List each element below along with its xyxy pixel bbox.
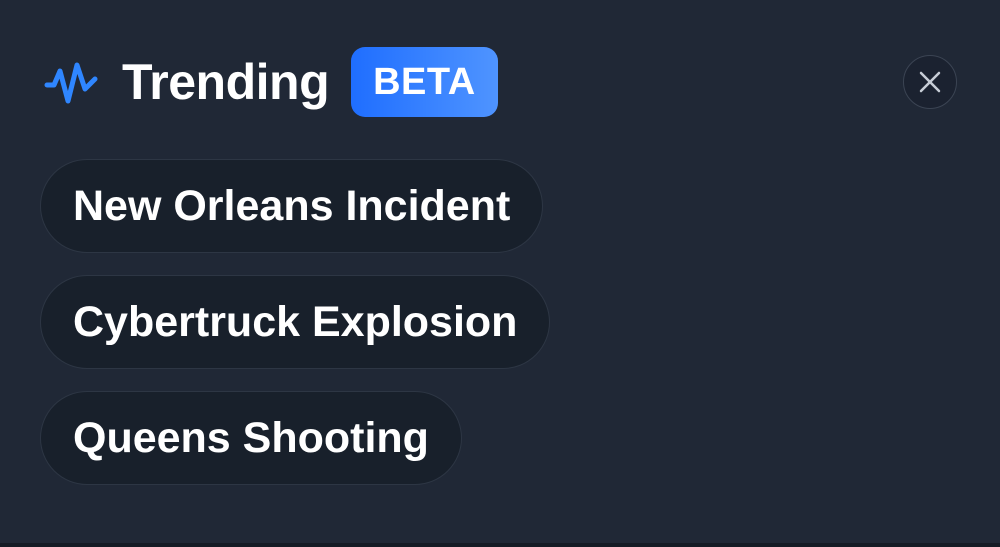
panel-title: Trending — [122, 54, 330, 110]
trending-topic-cybertruck-explosion[interactable]: Cybertruck Explosion — [40, 275, 551, 369]
trending-topic-queens-shooting[interactable]: Queens Shooting — [40, 391, 462, 485]
trending-topic-new-orleans-incident[interactable]: New Orleans Incident — [40, 159, 544, 253]
trending-list: New Orleans Incident Cybertruck Explosio… — [40, 159, 551, 485]
trending-panel: Trending BETA New Orleans Incident Cyber… — [0, 0, 1000, 547]
beta-badge: BETA — [351, 47, 498, 117]
pulse-wave-icon — [44, 57, 98, 107]
close-icon — [919, 71, 941, 93]
bottom-divider — [0, 543, 1000, 547]
trending-header: Trending BETA — [44, 46, 498, 118]
close-button[interactable] — [903, 55, 957, 109]
